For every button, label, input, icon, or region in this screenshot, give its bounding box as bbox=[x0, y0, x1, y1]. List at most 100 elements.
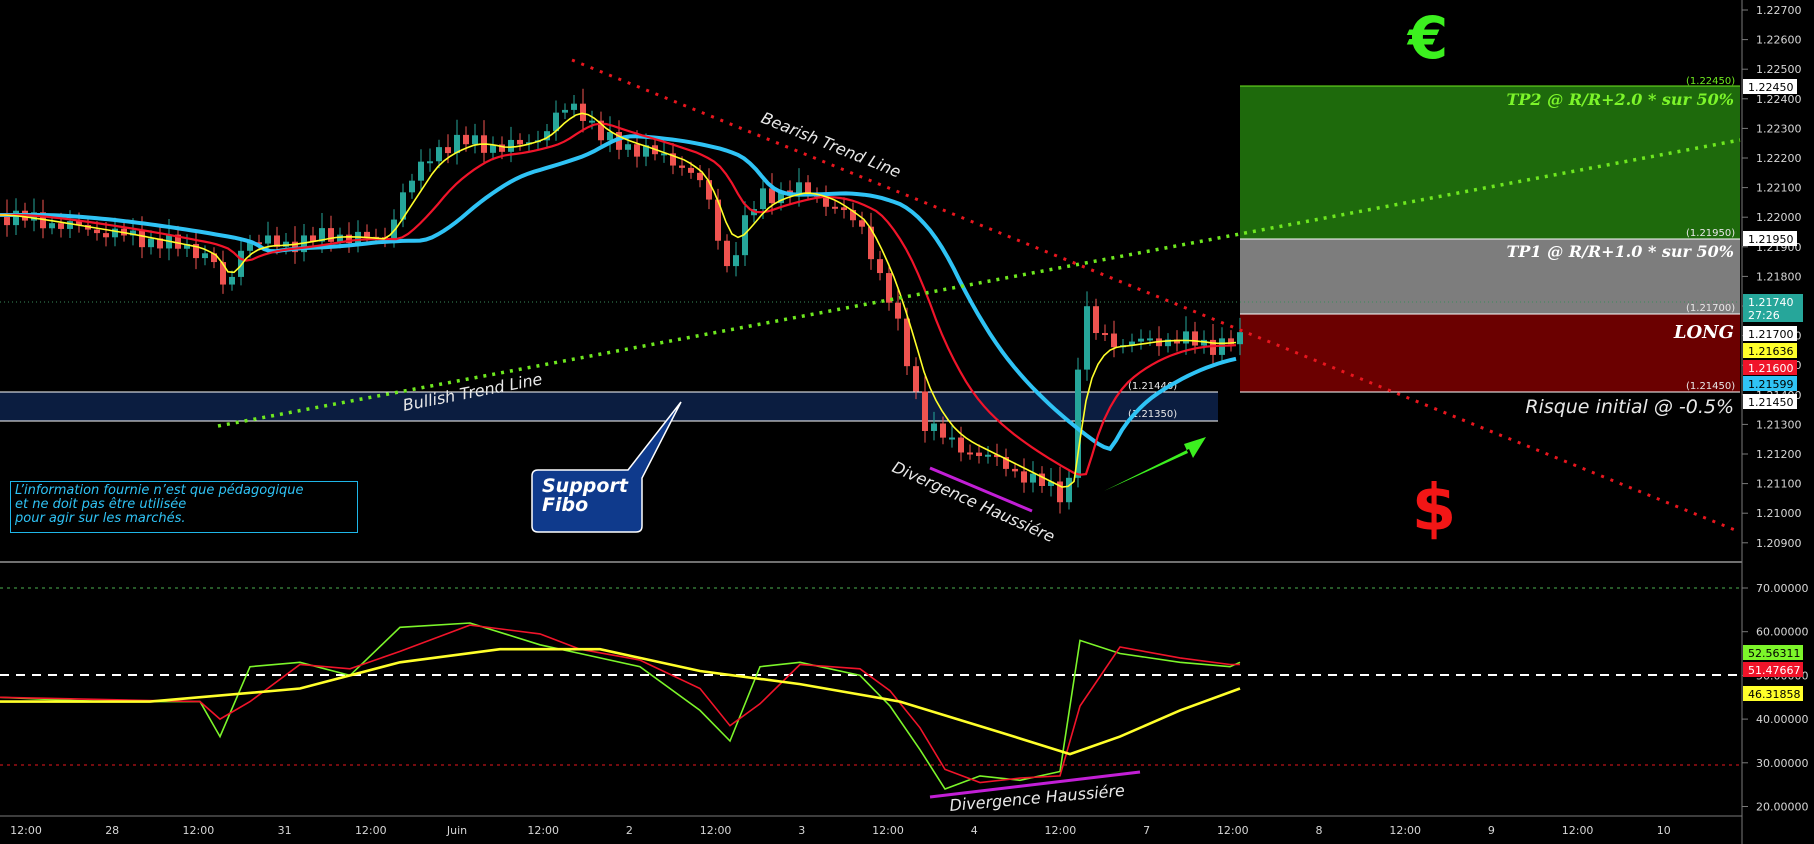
time-tick-label: 28 bbox=[105, 824, 119, 837]
price-tick-label: 1.21100 bbox=[1756, 478, 1802, 491]
candle-body bbox=[589, 120, 595, 123]
price-tick-label: 1.22600 bbox=[1756, 34, 1802, 47]
candle-body bbox=[58, 223, 64, 229]
osc-tick-label: 60.00000 bbox=[1756, 626, 1809, 639]
time-tick-label: 9 bbox=[1488, 824, 1495, 837]
candle-body bbox=[967, 452, 973, 455]
candle-body bbox=[922, 391, 928, 431]
candle-body bbox=[625, 144, 631, 150]
candle-body bbox=[1021, 471, 1027, 483]
time-tick-label: 12:00 bbox=[872, 824, 904, 837]
tp1-price-tag-text: 1.21950 bbox=[1748, 233, 1794, 246]
candle-body bbox=[13, 210, 19, 226]
ema-slow-price-tag-text: 1.21599 bbox=[1748, 378, 1794, 391]
candle-body bbox=[733, 255, 739, 267]
candle-body bbox=[1138, 338, 1144, 342]
long-zone-label: LONG bbox=[1673, 322, 1734, 343]
candle-body bbox=[517, 139, 523, 145]
price-tick-label: 1.22700 bbox=[1756, 4, 1802, 17]
price-tick-label: 1.22000 bbox=[1756, 211, 1802, 224]
candle-body bbox=[877, 259, 883, 274]
candle-body bbox=[1102, 333, 1108, 336]
ema-fast-price-tag-text: 1.21636 bbox=[1748, 345, 1794, 358]
candle-body bbox=[940, 423, 946, 438]
osc-tick-label: 40.00000 bbox=[1756, 713, 1809, 726]
candle-body bbox=[679, 165, 685, 168]
time-tick-label: 12:00 bbox=[700, 824, 732, 837]
osc-tick-label: 70.00000 bbox=[1756, 582, 1809, 595]
callout-line-2: Fibo bbox=[542, 494, 589, 516]
forex-chart[interactable]: (1.21446) (1.21350) (1.22450) (1.21950) … bbox=[0, 0, 1814, 844]
candle-body bbox=[67, 221, 73, 229]
time-tick-label: 4 bbox=[971, 824, 978, 837]
candle-body bbox=[1012, 468, 1018, 472]
price-tick-label: 1.20900 bbox=[1756, 537, 1802, 550]
candle-body bbox=[49, 223, 55, 229]
price-tick-label: 1.21000 bbox=[1756, 507, 1802, 520]
candle-body bbox=[472, 135, 478, 145]
entry-price-tag-text: 1.21700 bbox=[1748, 328, 1794, 341]
candle-body bbox=[976, 452, 982, 457]
candle-body bbox=[265, 235, 271, 244]
candle-body bbox=[697, 172, 703, 181]
time-tick-label: 10 bbox=[1657, 824, 1671, 837]
candle-body bbox=[1075, 369, 1081, 478]
stop-level-label: (1.21450) bbox=[1686, 381, 1735, 392]
time-tick-label: 12:00 bbox=[1389, 824, 1421, 837]
tp2-zone-label: TP2 @ R/R+2.0 * sur 50% bbox=[1506, 90, 1734, 109]
dollar-icon: $ bbox=[1412, 472, 1457, 546]
osc-yellow-tag-text: 46.31858 bbox=[1748, 688, 1801, 701]
candle-body bbox=[238, 250, 244, 277]
candle-body bbox=[1192, 331, 1198, 346]
price-tick-label: 1.22200 bbox=[1756, 152, 1802, 165]
price-tick-label: 1.21800 bbox=[1756, 270, 1802, 283]
candle-body bbox=[112, 228, 118, 238]
candle-body bbox=[445, 147, 451, 154]
osc-green-tag-text: 52.56311 bbox=[1748, 647, 1801, 660]
candle-body bbox=[229, 276, 235, 285]
callout-label: Support Fibo bbox=[542, 477, 632, 515]
time-tick-label: 31 bbox=[278, 824, 292, 837]
price-tick-label: 1.22100 bbox=[1756, 182, 1802, 195]
candle-body bbox=[202, 253, 208, 259]
candle-body bbox=[94, 229, 100, 234]
candle-body bbox=[139, 230, 145, 248]
candle-body bbox=[949, 437, 955, 440]
candle-body bbox=[328, 228, 334, 242]
candle-body bbox=[1111, 333, 1117, 348]
osc-tick-label: 30.00000 bbox=[1756, 757, 1809, 770]
candle-body bbox=[463, 134, 469, 145]
last-price-tag-text: 1.21740 bbox=[1748, 296, 1794, 309]
candle-body bbox=[841, 207, 847, 211]
time-tick-label: 7 bbox=[1143, 824, 1150, 837]
disclaimer-line-3: pour agir sur les marchés. bbox=[15, 511, 186, 526]
risk-label: Risque initial @ -0.5% bbox=[1525, 396, 1734, 418]
candle-body bbox=[895, 302, 901, 319]
candle-body bbox=[1237, 332, 1243, 345]
osc-red-tag-text: 51.47667 bbox=[1748, 664, 1801, 677]
candle-body bbox=[148, 238, 154, 248]
candle-body bbox=[1093, 306, 1099, 334]
countdown-text: 27:26 bbox=[1748, 309, 1780, 322]
time-tick-label: Juin bbox=[446, 824, 467, 837]
candle-body bbox=[1030, 473, 1036, 483]
stop-price-tag-text: 1.21450 bbox=[1748, 396, 1794, 409]
candle-body bbox=[859, 220, 865, 227]
tp1-zone-label: TP1 @ R/R+1.0 * sur 50% bbox=[1506, 242, 1734, 261]
price-tick-label: 1.22300 bbox=[1756, 122, 1802, 135]
candle-body bbox=[409, 180, 415, 193]
disclaimer-box: L’information fournie n’est que pédagogi… bbox=[10, 481, 358, 533]
time-tick-label: 12:00 bbox=[527, 824, 559, 837]
candle-body bbox=[562, 109, 568, 113]
price-tick-label: 1.21300 bbox=[1756, 418, 1802, 431]
candle-body bbox=[724, 240, 730, 267]
candle-body bbox=[580, 103, 586, 121]
candle-body bbox=[958, 437, 964, 453]
time-tick-label: 12:00 bbox=[1045, 824, 1077, 837]
time-tick-label: 3 bbox=[798, 824, 805, 837]
candle-body bbox=[913, 366, 919, 392]
time-tick-label: 2 bbox=[626, 824, 633, 837]
candle-body bbox=[364, 231, 370, 237]
price-tick-label: 1.21200 bbox=[1756, 448, 1802, 461]
candle-body bbox=[634, 144, 640, 157]
